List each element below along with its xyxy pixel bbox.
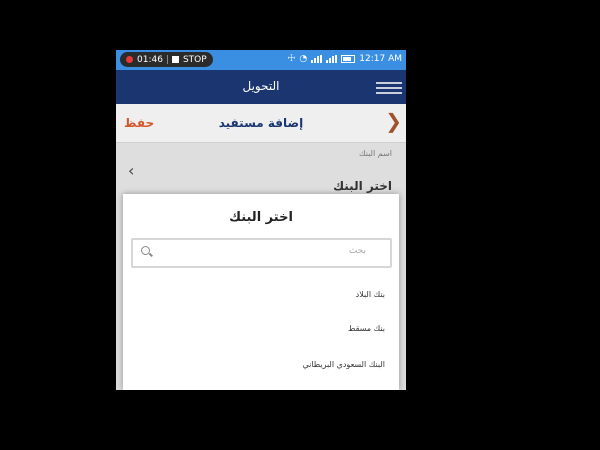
- headset-icon: ☩: [287, 54, 296, 64]
- bank-picker-dialog: اختر البنك بحث بنك البلاد بنك مسقط البنك…: [123, 194, 399, 390]
- search-icon: [141, 246, 150, 255]
- wifi-icon: ◔: [299, 54, 308, 64]
- bank-option[interactable]: البنك السعودي البريطاني: [302, 360, 385, 369]
- sub-header-title: إضافة مستفيد: [218, 116, 304, 130]
- bank-field-label: اسم البنك: [358, 149, 392, 158]
- search-input[interactable]: بحث: [131, 238, 392, 268]
- battery-icon: [341, 55, 356, 63]
- status-bar: 01:46 STOP ☩ ◔ 12:17 AM: [116, 50, 406, 70]
- phone-screen: 01:46 STOP ☩ ◔ 12:17 AM التحويل حفظ إضاف…: [116, 50, 406, 390]
- dialog-title: اختر البنك: [229, 210, 293, 225]
- search-placeholder: بحث: [348, 246, 366, 256]
- menu-icon[interactable]: [376, 82, 402, 94]
- app-bar: التحويل: [116, 70, 406, 104]
- sub-header: حفظ إضافة مستفيد ❯: [116, 104, 406, 143]
- record-dot-icon: [126, 56, 133, 63]
- chevron-left-icon[interactable]: ‹: [128, 161, 134, 180]
- bank-option[interactable]: بنك البلاد: [356, 290, 385, 299]
- bank-option[interactable]: بنك مسقط: [348, 324, 385, 333]
- signal-icon-2: [326, 55, 338, 63]
- signal-icon: [311, 55, 323, 63]
- status-icons: ☩ ◔ 12:17 AM: [287, 54, 402, 64]
- page-title: التحويل: [242, 79, 280, 93]
- divider: [166, 55, 168, 64]
- clock: 12:17 AM: [359, 54, 402, 64]
- back-chevron-icon[interactable]: ❯: [385, 111, 402, 131]
- stop-button[interactable]: STOP: [183, 55, 207, 65]
- screen-recorder-pill[interactable]: 01:46 STOP: [120, 52, 213, 67]
- stop-icon: [171, 56, 179, 63]
- bank-field-value[interactable]: اختر البنك: [333, 179, 392, 193]
- record-timer: 01:46: [137, 54, 163, 65]
